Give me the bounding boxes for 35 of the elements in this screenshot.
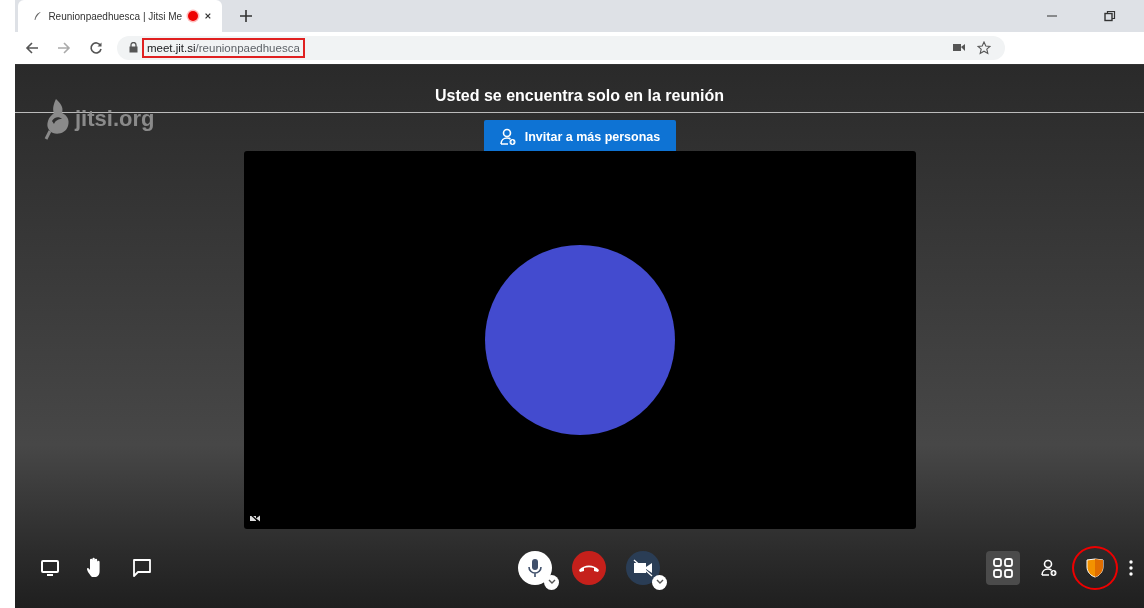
- dots-icon: [1129, 559, 1133, 576]
- invite-button[interactable]: Invitar a más personas: [483, 120, 676, 153]
- screen-share-icon[interactable]: [40, 558, 60, 577]
- grid-icon: [993, 557, 1013, 578]
- microphone-button[interactable]: [518, 550, 552, 585]
- camera-off-icon: [249, 514, 260, 523]
- shield-icon: [1086, 557, 1104, 578]
- caret-button[interactable]: [544, 574, 559, 590]
- star-icon[interactable]: [977, 40, 991, 55]
- close-icon[interactable]: [204, 11, 212, 21]
- browser-tab[interactable]: Reunionpaedhuesca | Jitsi Me: [18, 0, 222, 32]
- jitsi-logo-text: jitsi.org: [75, 106, 155, 132]
- add-person-icon: [1040, 558, 1058, 577]
- caret-icon: [655, 579, 664, 585]
- restore-icon[interactable]: [1104, 10, 1116, 22]
- address-bar[interactable]: meet.jit.si/reunionpaedhuesca: [117, 35, 1005, 60]
- lock-icon: [129, 42, 138, 53]
- caret-button[interactable]: [652, 574, 667, 590]
- microphone-icon: [528, 557, 542, 578]
- tile-view-button[interactable]: [986, 550, 1020, 585]
- tab-title: Reunionpaedhuesca | Jitsi Me: [48, 10, 183, 22]
- back-icon[interactable]: [25, 40, 39, 55]
- camera-button[interactable]: [626, 550, 660, 585]
- jitsi-logo-icon: [42, 97, 72, 141]
- url-text: meet.jit.si/reunionpaedhuesca: [147, 41, 300, 54]
- add-person-icon: [498, 127, 517, 146]
- camera-off-icon: [632, 558, 654, 577]
- meeting-notice: Usted se encuentra solo en la reunión: [435, 86, 724, 105]
- caret-icon: [547, 579, 556, 585]
- hangup-button[interactable]: [572, 550, 606, 585]
- reload-icon[interactable]: [89, 40, 103, 55]
- new-tab-icon[interactable]: [240, 10, 252, 22]
- camera-icon[interactable]: [953, 43, 965, 52]
- highlight-circle: [1072, 545, 1118, 590]
- chat-icon[interactable]: [132, 557, 152, 578]
